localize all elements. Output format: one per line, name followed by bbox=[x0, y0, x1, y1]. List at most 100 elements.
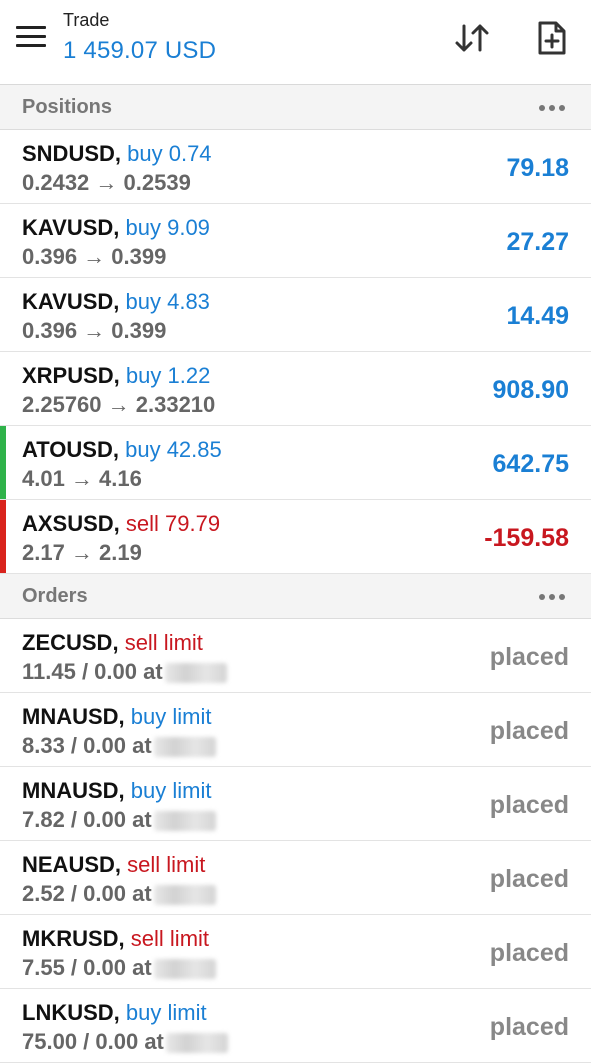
menu-icon[interactable] bbox=[16, 26, 46, 50]
position-row[interactable]: KAVUSD, buy 9.09 0.396 → 0.399 27.27 bbox=[0, 204, 591, 278]
order-row[interactable]: MNAUSD, buy limit 7.82 / 0.00 at placed bbox=[0, 767, 591, 841]
position-row[interactable]: SNDUSD, buy 0.74 0.2432 → 0.2539 79.18 bbox=[0, 130, 591, 204]
position-header: KAVUSD, buy 9.09 bbox=[22, 215, 210, 241]
order-row[interactable]: MNAUSD, buy limit 8.33 / 0.00 at placed bbox=[0, 693, 591, 767]
trade-direction: buy 1.22 bbox=[125, 363, 211, 388]
price-range: 2.25760 → 2.33210 bbox=[22, 392, 216, 417]
order-header: MKRUSD, sell limit bbox=[22, 926, 209, 952]
redacted-price bbox=[153, 737, 216, 758]
app-header: Trade 1 459.07 USD bbox=[0, 0, 591, 85]
order-type: buy limit bbox=[130, 704, 212, 729]
order-header: MNAUSD, buy limit bbox=[22, 778, 211, 804]
position-row[interactable]: KAVUSD, buy 4.83 0.396 → 0.399 14.49 bbox=[0, 278, 591, 352]
symbol: MNAUSD, bbox=[22, 778, 125, 803]
order-header: LNKUSD, buy limit bbox=[22, 1000, 207, 1026]
position-row[interactable]: XRPUSD, buy 1.22 2.25760 → 2.33210 908.90 bbox=[0, 352, 591, 426]
trade-direction: buy 9.09 bbox=[125, 215, 210, 240]
order-state: placed bbox=[489, 791, 569, 819]
order-type: buy limit bbox=[125, 1000, 207, 1025]
positions-section-header: Positions bbox=[0, 85, 591, 130]
order-state: placed bbox=[489, 717, 569, 745]
orders-list: ZECUSD, sell limit 11.45 / 0.00 at placed M… bbox=[0, 619, 591, 1063]
symbol: SNDUSD, bbox=[22, 141, 122, 166]
orders-title: Orders bbox=[22, 585, 88, 607]
order-state: placed bbox=[489, 1013, 569, 1041]
price-range: 0.2432 → 0.2539 bbox=[22, 170, 191, 195]
order-row[interactable]: ZECUSD, sell limit 11.45 / 0.00 at placed bbox=[0, 619, 591, 693]
symbol: MKRUSD, bbox=[22, 926, 125, 951]
order-volume: 7.55 / 0.00 at bbox=[22, 955, 216, 981]
position-header: KAVUSD, buy 4.83 bbox=[22, 289, 210, 315]
position-header: ATOUSD, buy 42.85 bbox=[22, 437, 222, 463]
position-row[interactable]: AXSUSD, sell 79.79 2.17 → 2.19 -159.58 bbox=[0, 500, 591, 574]
trade-direction: buy 4.83 bbox=[125, 289, 210, 314]
positions-title: Positions bbox=[22, 96, 113, 118]
symbol: KAVUSD, bbox=[22, 289, 120, 314]
profit-value: 79.18 bbox=[506, 154, 569, 182]
redacted-price bbox=[165, 1033, 228, 1054]
title-block: Trade 1 459.07 USD bbox=[63, 10, 216, 65]
order-volume: 7.82 / 0.00 at bbox=[22, 807, 216, 833]
order-type: sell limit bbox=[124, 630, 203, 655]
symbol: XRPUSD, bbox=[22, 363, 120, 388]
order-volume: 8.33 / 0.00 at bbox=[22, 733, 216, 759]
trade-direction: sell 79.79 bbox=[125, 511, 221, 536]
volume-text: 75.00 / 0.00 at bbox=[22, 1029, 164, 1054]
symbol: MNAUSD, bbox=[22, 704, 125, 729]
price-range: 4.01 → 4.16 bbox=[22, 466, 142, 491]
account-balance: 1 459.07 USD bbox=[63, 37, 217, 64]
order-header: NEAUSD, sell limit bbox=[22, 852, 205, 878]
symbol: KAVUSD, bbox=[22, 215, 120, 240]
position-header: AXSUSD, sell 79.79 bbox=[22, 511, 220, 537]
profit-value: 27.27 bbox=[506, 228, 569, 256]
symbol: ZECUSD, bbox=[22, 630, 119, 655]
position-header: SNDUSD, buy 0.74 bbox=[22, 141, 212, 167]
redacted-price bbox=[153, 959, 216, 980]
redacted-price bbox=[153, 811, 216, 832]
redacted-price bbox=[153, 885, 216, 906]
trade-direction: buy 0.74 bbox=[127, 141, 212, 166]
side-marker bbox=[0, 500, 6, 573]
symbol: AXSUSD, bbox=[22, 511, 120, 536]
position-row[interactable]: ATOUSD, buy 42.85 4.01 → 4.16 642.75 bbox=[0, 426, 591, 500]
positions-more-icon[interactable] bbox=[539, 99, 569, 117]
orders-section-header: Orders bbox=[0, 574, 591, 619]
new-order-icon[interactable] bbox=[532, 18, 572, 58]
volume-text: 11.45 / 0.00 at bbox=[22, 659, 163, 684]
price-range: 0.396 → 0.399 bbox=[22, 318, 167, 343]
order-type: sell limit bbox=[130, 926, 210, 951]
order-row[interactable]: NEAUSD, sell limit 2.52 / 0.00 at placed bbox=[0, 841, 591, 915]
order-type: sell limit bbox=[127, 852, 206, 877]
symbol: NEAUSD, bbox=[22, 852, 122, 877]
symbol: LNKUSD, bbox=[22, 1000, 120, 1025]
redacted-price bbox=[164, 663, 227, 684]
profit-value: 908.90 bbox=[492, 376, 569, 404]
volume-text: 7.55 / 0.00 at bbox=[22, 955, 152, 980]
profit-value: 642.75 bbox=[492, 450, 569, 478]
order-row[interactable]: LNKUSD, buy limit 75.00 / 0.00 at placed bbox=[0, 989, 591, 1063]
order-volume: 2.52 / 0.00 at bbox=[22, 881, 216, 907]
symbol: ATOUSD, bbox=[22, 437, 119, 462]
volume-text: 7.82 / 0.00 at bbox=[22, 807, 152, 832]
orders-more-icon[interactable] bbox=[539, 588, 569, 606]
price-range: 2.17 → 2.19 bbox=[22, 540, 142, 565]
order-state: placed bbox=[489, 939, 569, 967]
page-title: Trade bbox=[63, 10, 110, 30]
order-state: placed bbox=[489, 643, 569, 671]
order-header: ZECUSD, sell limit bbox=[22, 630, 203, 656]
order-row[interactable]: MKRUSD, sell limit 7.55 / 0.00 at placed bbox=[0, 915, 591, 989]
sort-icon[interactable] bbox=[452, 18, 492, 58]
trade-direction: buy 42.85 bbox=[125, 437, 222, 462]
order-header: MNAUSD, buy limit bbox=[22, 704, 211, 730]
volume-text: 2.52 / 0.00 at bbox=[22, 881, 152, 906]
order-volume: 75.00 / 0.00 at bbox=[22, 1029, 228, 1055]
order-volume: 11.45 / 0.00 at bbox=[22, 659, 227, 685]
volume-text: 8.33 / 0.00 at bbox=[22, 733, 152, 758]
profit-value: 14.49 bbox=[506, 302, 569, 330]
position-header: XRPUSD, buy 1.22 bbox=[22, 363, 210, 389]
order-state: placed bbox=[489, 865, 569, 893]
order-type: buy limit bbox=[130, 778, 212, 803]
price-range: 0.396 → 0.399 bbox=[22, 244, 167, 269]
positions-list: SNDUSD, buy 0.74 0.2432 → 0.2539 79.18 KAVU… bbox=[0, 130, 591, 574]
side-marker bbox=[0, 426, 6, 499]
